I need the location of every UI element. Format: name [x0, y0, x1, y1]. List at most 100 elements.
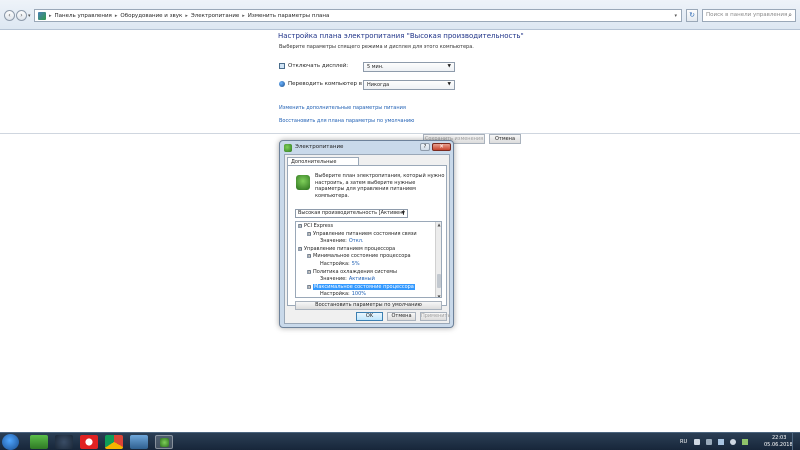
close-icon: ✕	[439, 144, 444, 150]
utorrent-icon[interactable]	[30, 435, 48, 449]
sleep-select[interactable]: Никогда ▼	[363, 80, 455, 90]
search-icon: ⌕	[788, 11, 792, 19]
tree-scrollbar[interactable]: ▲ ▼	[435, 222, 441, 297]
breadcrumb-control-panel[interactable]: Панель управления	[55, 13, 112, 19]
tree-value-row[interactable]: Настройка: 5%	[320, 261, 360, 267]
apply-button[interactable]: Применить	[420, 312, 450, 321]
search-placeholder: Поиск в панели управления	[706, 12, 788, 18]
taskbar: RU 22:03 05.06.2018	[0, 432, 800, 450]
tree-value-label: Значение:	[320, 276, 347, 283]
yandex-browser-icon[interactable]	[80, 435, 98, 449]
tree-expander-icon[interactable]: ⊟	[298, 246, 302, 251]
tree-item[interactable]: ⊟ PCI Express	[298, 223, 333, 229]
refresh-button[interactable]: ↻	[686, 9, 698, 22]
start-button[interactable]	[2, 434, 19, 450]
clock-time[interactable]: 22:03	[772, 435, 786, 441]
forward-button[interactable]: ›	[16, 10, 27, 21]
tree-expander-icon[interactable]: ⊟	[307, 269, 311, 274]
explorer-navigation-bar: ‹ › ▾ ▸ Панель управления ▸ Оборудование…	[0, 0, 800, 30]
tree-item[interactable]: ⊟ Управление питанием состояния связи	[307, 231, 417, 237]
power-options-dialog: Электропитание ? ✕ Дополнительные параме…	[279, 140, 454, 328]
tree-value[interactable]: 100%	[352, 291, 366, 297]
tree-item[interactable]: ⊟ Максимальное состояние процессора	[307, 283, 415, 290]
close-button[interactable]: ✕	[432, 143, 451, 151]
tree-expander-icon[interactable]: ⊟	[307, 254, 311, 259]
power-options-icon	[284, 144, 292, 152]
power-plan-value: Высокая производительность [Активен]	[298, 210, 405, 216]
dialog-cancel-button[interactable]: Отмена	[387, 312, 416, 321]
file-explorer-icon[interactable]	[130, 435, 148, 449]
settings-tree: ⊟ PCI Express ⊟ Управление питанием состоян…	[295, 221, 442, 298]
tree-value[interactable]: 5%	[352, 261, 360, 267]
tree-item[interactable]: ⊟ Политика охлаждения системы	[307, 269, 397, 275]
dialog-body: Дополнительные параметры Выберите план э…	[284, 154, 450, 324]
ok-button[interactable]: OK	[356, 312, 383, 321]
recent-pages-dropdown[interactable]: ▾	[28, 13, 31, 19]
tray-arrow-icon[interactable]	[694, 439, 700, 445]
tree-value-row[interactable]: Значение: Откл.	[320, 238, 364, 244]
display-off-label: Отключать дисплей:	[288, 63, 349, 69]
battery-power-icon	[296, 175, 310, 190]
tree-value[interactable]: Откл.	[349, 238, 364, 244]
steam-icon[interactable]	[55, 435, 73, 449]
tree-item-label: Минимальное состояние процессора	[313, 253, 411, 260]
breadcrumb-separator[interactable]: ▸	[242, 13, 245, 19]
tree-value[interactable]: Активный	[349, 276, 375, 282]
tree-item-label: Политика охлаждения системы	[313, 268, 397, 275]
tree-expander-icon[interactable]: ⊟	[307, 284, 311, 289]
chrome-icon[interactable]	[105, 435, 123, 449]
tree-item-label: Управление питанием состояния связи	[313, 230, 417, 237]
control-panel-icon	[38, 11, 46, 20]
sleep-moon-icon	[279, 81, 285, 87]
restore-defaults-link[interactable]: Восстановить для плана параметры по умол…	[279, 118, 414, 124]
help-button[interactable]: ?	[420, 143, 430, 151]
power-plan-select[interactable]: Высокая производительность [Активен] ▼	[295, 209, 408, 218]
tree-item-label: Управление питанием процессора	[304, 245, 396, 252]
monitor-icon	[279, 63, 285, 69]
chevron-down-icon: ▼	[447, 64, 451, 69]
scroll-down-icon[interactable]: ▼	[436, 294, 441, 297]
display-off-select[interactable]: 5 мин. ▼	[363, 62, 455, 72]
dialog-title: Электропитание	[295, 144, 344, 150]
scroll-up-icon[interactable]: ▲	[436, 222, 441, 227]
scroll-thumb[interactable]	[437, 274, 441, 288]
tree-item[interactable]: ⊟ Минимальное состояние процессора	[307, 253, 411, 259]
tree-item-label: PCI Express	[304, 223, 334, 229]
tree-value-label: Настройка:	[320, 291, 350, 298]
cancel-button[interactable]: Отмена	[489, 134, 521, 144]
breadcrumb-edit-plan[interactable]: Изменить параметры плана	[248, 13, 330, 19]
dialog-description: Выберите план электропитания, который ну…	[315, 173, 445, 199]
control-panel-task-icon[interactable]	[155, 435, 173, 449]
tree-value-label: Настройка:	[320, 261, 350, 267]
tree-expander-icon[interactable]: ⊟	[307, 231, 311, 236]
chevron-down-icon: ▼	[447, 82, 451, 87]
tree-value-row[interactable]: Значение: Активный	[320, 276, 375, 282]
breadcrumb-power-options[interactable]: Электропитание	[191, 13, 239, 19]
breadcrumb-separator[interactable]: ▸	[115, 13, 118, 19]
advanced-settings-link[interactable]: Изменить дополнительные параметры питани…	[279, 105, 406, 111]
flag-icon[interactable]	[718, 439, 724, 445]
tree-value-row[interactable]: Настройка: 100%	[320, 291, 366, 297]
sleep-value: Никогда	[367, 82, 390, 88]
restore-defaults-button[interactable]: Восстановить параметры по умолчанию	[295, 301, 442, 310]
tree-item[interactable]: ⊟ Управление питанием процессора	[298, 246, 395, 252]
show-desktop-button[interactable]	[792, 433, 800, 450]
tree-expander-icon[interactable]: ⊟	[298, 224, 302, 228]
network-icon[interactable]	[706, 439, 712, 445]
battery-tray-icon[interactable]	[742, 439, 748, 445]
chevron-down-icon: ▼	[401, 211, 405, 216]
tree-value-label: Значение:	[320, 238, 347, 245]
page-subtitle: Выберите параметры спящего режима и дисп…	[279, 44, 474, 50]
language-indicator[interactable]: RU	[680, 439, 687, 445]
search-input[interactable]: Поиск в панели управления ⌕	[702, 9, 796, 22]
address-bar[interactable]: ▸ Панель управления ▸ Оборудование и зву…	[34, 9, 682, 22]
address-dropdown-icon[interactable]: ▾	[674, 13, 677, 19]
volume-icon[interactable]	[730, 439, 736, 445]
page-title: Настройка плана электропитания "Высокая …	[278, 32, 524, 40]
breadcrumb-hardware-sound[interactable]: Оборудование и звук	[120, 13, 182, 19]
back-button[interactable]: ‹	[4, 10, 15, 21]
clock-date[interactable]: 05.06.2018	[764, 442, 793, 448]
breadcrumb-separator[interactable]: ▸	[185, 13, 188, 19]
display-off-value: 5 мин.	[367, 64, 384, 70]
display-off-row: Отключать дисплей:	[279, 63, 348, 69]
